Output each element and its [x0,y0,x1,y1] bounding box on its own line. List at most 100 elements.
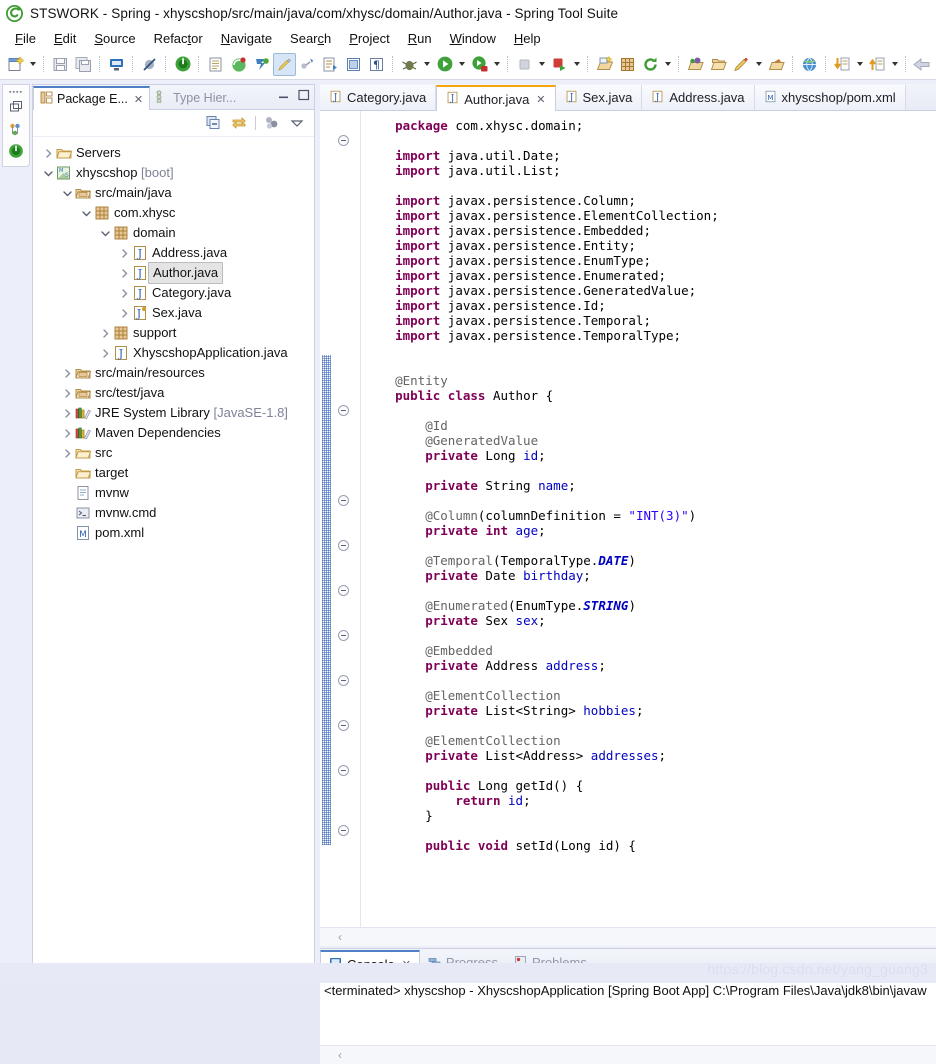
next-annotation-icon[interactable] [866,52,889,76]
boot-dashboard-minimized-icon[interactable] [6,140,26,162]
editor-horizontal-scrollbar[interactable]: ‹ [320,927,936,946]
chevron-right-icon[interactable] [98,323,112,343]
menu-source[interactable]: Source [85,30,144,47]
menu-project[interactable]: Project [340,30,398,47]
link-with-editor-icon[interactable] [230,114,248,132]
web-browser-icon[interactable] [798,52,821,76]
chevron-right-icon[interactable] [117,303,131,323]
chevron-down-icon[interactable] [60,183,74,203]
show-whitespace-icon[interactable]: ¶ [365,52,388,76]
view-menu-icon[interactable] [288,114,306,132]
menu-edit[interactable]: Edit [45,30,85,47]
skip-breakpoints-icon[interactable] [138,52,161,76]
scroll-left-arrow[interactable]: ‹ [320,1048,360,1062]
menu-help[interactable]: Help [505,30,550,47]
chevron-down-icon[interactable] [98,223,112,243]
refresh-dropdown[interactable] [662,52,674,76]
collapse-all-icon[interactable] [205,114,223,132]
fold-collapse-icon[interactable] [338,405,349,416]
tree-item-maven-dependencies[interactable]: Maven Dependencies [33,423,314,443]
toggle-block-selection-icon[interactable] [342,52,365,76]
tree-item-author-java[interactable]: J Author.java [33,262,314,284]
new-annotation-icon[interactable] [730,52,753,76]
source-code[interactable]: package com.xhysc.domain; import java.ut… [361,111,936,927]
print-icon[interactable] [105,52,128,76]
console-horizontal-scrollbar[interactable]: ‹ [320,1045,936,1064]
tree-item-pom-xml[interactable]: Mpom.xml [33,523,314,543]
editor-tab-category-java[interactable]: J Category.java [320,85,437,110]
spring-icon[interactable] [250,52,273,76]
project-tree[interactable]: Servers M Sxhyscshop [boot] src/main/java co… [33,137,314,543]
terminate-relaunch-icon[interactable] [548,52,571,76]
tree-item-target[interactable]: target [33,463,314,483]
menu-file[interactable]: File [6,30,45,47]
chevron-right-icon[interactable] [117,243,131,263]
fold-collapse-icon[interactable] [338,135,349,146]
open-type-icon[interactable] [684,52,707,76]
spring-boot-icon[interactable] [227,52,250,76]
debug-dropdown[interactable] [421,52,433,76]
stop-dropdown[interactable] [536,52,548,76]
tree-item-category-java[interactable]: J Category.java [33,283,314,303]
fold-collapse-icon[interactable] [338,585,349,596]
menu-window[interactable]: Window [441,30,505,47]
open-resource-icon[interactable] [765,52,788,76]
refresh-icon[interactable] [639,52,662,76]
chevron-right-icon[interactable] [117,263,131,283]
chevron-right-icon[interactable] [98,343,112,363]
new-annotation-dropdown[interactable] [753,52,765,76]
tree-item-src-test-java[interactable]: src/test/java [33,383,314,403]
run-server-dropdown[interactable] [491,52,503,76]
chevron-right-icon[interactable] [117,283,131,303]
tree-item-mvnw-cmd[interactable]: mvnw.cmd [33,503,314,523]
tree-item-domain[interactable]: domain [33,223,314,243]
run-server-icon[interactable] [468,52,491,76]
save-icon[interactable] [49,52,72,76]
run-icon[interactable] [433,52,456,76]
quick-access-highlight-icon[interactable] [273,52,296,76]
tree-item-com-xhysc[interactable]: com.xhysc [33,203,314,223]
previous-annotation-dropdown[interactable] [854,52,866,76]
chevron-right-icon[interactable] [60,363,74,383]
stop-icon[interactable] [513,52,536,76]
tree-item-src-main-java[interactable]: src/main/java [33,183,314,203]
view-menu-focus-icon[interactable] [263,114,281,132]
tree-item-servers[interactable]: Servers [33,143,314,163]
fast-view-handle[interactable]: ▪▪▪▪ [8,88,24,96]
chevron-right-icon[interactable] [41,143,55,163]
chevron-right-icon[interactable] [60,383,74,403]
close-icon[interactable]: ✕ [536,93,545,106]
tree-item-xhyscshopapplication-java[interactable]: J XhyscshopApplication.java [33,343,314,363]
tree-item-mvnw[interactable]: mvnw [33,483,314,503]
tab-package-explorer[interactable]: Package E... ✕ [33,86,151,110]
run-dropdown[interactable] [456,52,468,76]
menu-run[interactable]: Run [399,30,441,47]
chevron-right-icon[interactable] [60,443,74,463]
editor-tab-sex-java[interactable]: J Sex.java [555,85,643,110]
new-wizard-icon[interactable] [4,52,27,76]
tree-item-sex-java[interactable]: J Sex.java [33,303,314,323]
tree-item-src[interactable]: src [33,443,314,463]
menu-navigate[interactable]: Navigate [212,30,281,47]
new-java-class-icon[interactable] [204,52,227,76]
fold-collapse-icon[interactable] [338,765,349,776]
link-icon[interactable] [296,52,319,76]
chevron-right-icon[interactable] [60,403,74,423]
externalize-strings-icon[interactable] [319,52,342,76]
editor-tab-xhyscshop-pom-xml[interactable]: Mxhyscshop/pom.xml [754,85,906,110]
minimize-icon[interactable] [277,88,290,101]
fold-collapse-icon[interactable] [338,825,349,836]
next-annotation-dropdown[interactable] [889,52,901,76]
tree-item-src-main-resources[interactable]: src/main/resources [33,363,314,383]
debug-icon[interactable] [398,52,421,76]
tree-item-xhyscshop[interactable]: M Sxhyscshop [boot] [33,163,314,183]
tree-item-jre-system-library[interactable]: JRE System Library [JavaSE-1.8] [33,403,314,423]
overview-ruler[interactable] [320,111,332,927]
tab-type-hierarchy[interactable]: Type Hier... [150,86,242,109]
tree-item-support[interactable]: support [33,323,314,343]
fold-collapse-icon[interactable] [338,675,349,686]
fold-collapse-icon[interactable] [338,495,349,506]
chevron-down-icon[interactable] [41,163,55,183]
folding-gutter[interactable] [332,111,361,927]
save-all-icon[interactable] [72,52,95,76]
